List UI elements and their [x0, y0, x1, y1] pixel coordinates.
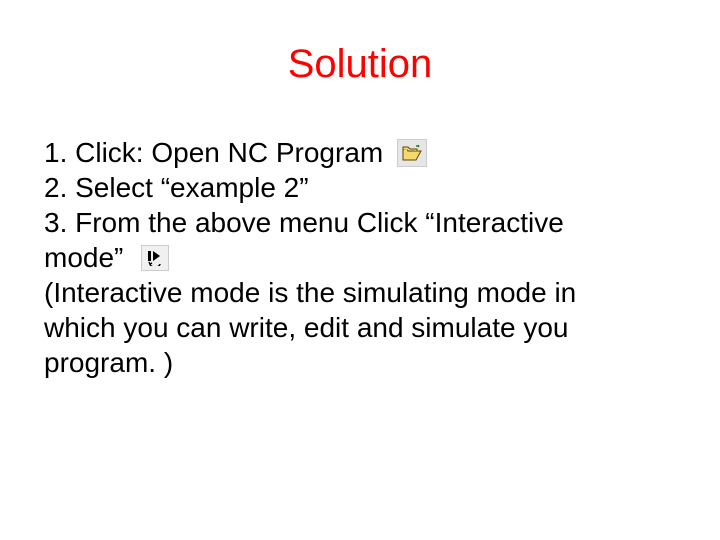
- open-folder-icon: [397, 139, 427, 167]
- step-3-line-b: mode”: [44, 240, 670, 275]
- interactive-mode-icon: [141, 245, 169, 271]
- slide: Solution 1. Click: Open NC Program 2. Se…: [0, 0, 720, 540]
- slide-title: Solution: [0, 42, 720, 87]
- note-line-1: (Interactive mode is the simulating mode…: [44, 275, 670, 310]
- step-1-line: 1. Click: Open NC Program: [44, 135, 670, 170]
- step-2-text: 2. Select “example 2”: [44, 170, 670, 205]
- step-1-text: 1. Click: Open NC Program: [44, 137, 383, 168]
- step-3-text-b: mode”: [44, 242, 123, 273]
- step-3-text-a: 3. From the above menu Click “Interactiv…: [44, 205, 670, 240]
- slide-body: 1. Click: Open NC Program 2. Select “exa…: [44, 135, 670, 380]
- note-line-2: which you can write, edit and simulate y…: [44, 310, 670, 345]
- note-line-3: program. ): [44, 345, 670, 380]
